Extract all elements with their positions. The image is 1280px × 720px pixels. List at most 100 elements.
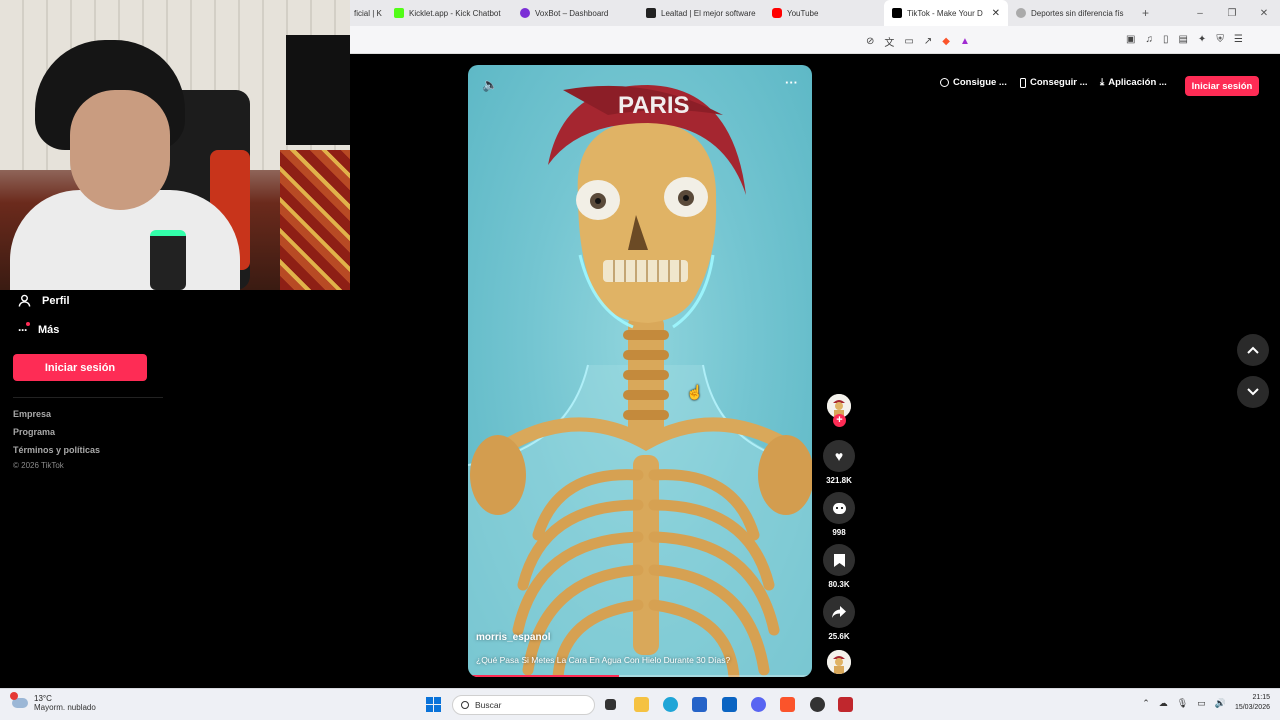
sidebar-icon[interactable]: ▯: [1163, 34, 1169, 45]
wallet-icon[interactable]: ▤: [1178, 34, 1187, 45]
download-icon: ⤓: [1100, 77, 1105, 88]
share-action[interactable]: 25.6K: [823, 596, 855, 641]
close-window-button[interactable]: ✕: [1248, 8, 1280, 19]
file-explorer-icon[interactable]: [634, 697, 649, 712]
cast-icon[interactable]: ▭: [904, 36, 913, 47]
share-icon[interactable]: ↗: [924, 36, 932, 47]
header-download-link[interactable]: ⤓ Aplicación ...: [1100, 77, 1167, 88]
like-count: 321.8K: [826, 476, 852, 485]
music-icon[interactable]: ♫: [1145, 34, 1153, 45]
header-link-label: Conseguir ...: [1030, 77, 1088, 88]
tab-0[interactable]: ficial | K: [350, 0, 386, 26]
tab-label: Deportes sin diferencia fís: [1031, 8, 1124, 18]
tiktok-icon: [892, 8, 902, 18]
tab-kicklet[interactable]: Kicklet.app - Kick Chatbot: [386, 0, 512, 26]
menu-icon[interactable]: ☰: [1234, 34, 1243, 45]
sidebar-item-more[interactable]: ··· Más: [18, 322, 59, 337]
minimize-button[interactable]: –: [1184, 8, 1216, 19]
speaker-icon[interactable]: 🔊: [1215, 698, 1226, 709]
footer-link-programa[interactable]: Programa: [13, 427, 55, 437]
sidebar-item-label: Perfil: [42, 294, 70, 307]
next-video-button[interactable]: [1237, 376, 1269, 408]
clock-date: 15/03/2026: [1234, 704, 1270, 711]
share-count: 25.6K: [828, 632, 850, 641]
volume-icon[interactable]: 🔈: [482, 77, 498, 93]
header-coins-link[interactable]: Consigue ...: [940, 77, 1007, 88]
webcam-overlay: [0, 0, 350, 290]
taskbar-search[interactable]: Buscar: [452, 695, 595, 715]
windows-taskbar: 13°C Mayorm. nublado Buscar ⌃ ☁ 🎙 ▭ 🔊 21…: [0, 688, 1280, 720]
tab-label: Lealtad | El mejor software: [661, 8, 756, 18]
bookmark-icon: [833, 553, 845, 567]
translate-icon[interactable]: 文: [884, 34, 894, 49]
skeleton-video-frame: PARIS: [468, 85, 812, 677]
windows-start-icon[interactable]: [426, 697, 441, 712]
vpn-icon[interactable]: ⛨: [1216, 34, 1224, 45]
tab-tiktok[interactable]: TikTok - Make Your Day ✕: [884, 0, 1008, 26]
clock[interactable]: 21:15 15/03/2026: [1235, 693, 1270, 713]
tab-label: VoxBot – Dashboard: [535, 8, 609, 18]
reader-icon[interactable]: ▣: [1126, 34, 1135, 45]
store-icon[interactable]: [692, 697, 707, 712]
microphone-icon[interactable]: 🎙: [1177, 698, 1188, 709]
voxbot-icon: [520, 8, 530, 18]
header-link-label: Aplicación ...: [1108, 77, 1167, 88]
comment-count: 998: [832, 528, 846, 537]
tab-label: TikTok - Make Your Day: [907, 8, 983, 18]
header-link-label: Consigue ...: [953, 77, 1007, 88]
discord-icon[interactable]: [751, 697, 766, 712]
footer-link-terms[interactable]: Términos y políticas: [13, 445, 100, 455]
edge-icon[interactable]: [663, 697, 678, 712]
weather-widget[interactable]: 13°C Mayorm. nublado: [10, 692, 96, 712]
no-sound-icon[interactable]: ⊘: [866, 36, 874, 47]
maximize-button[interactable]: ❐: [1216, 8, 1248, 19]
tab-lealtad[interactable]: Lealtad | El mejor software: [638, 0, 764, 26]
music-disc-avatar[interactable]: [827, 650, 851, 674]
more-options-icon[interactable]: ···: [785, 75, 798, 90]
red-app-icon[interactable]: [838, 697, 853, 712]
close-tab-icon[interactable]: ✕: [992, 8, 1000, 19]
brave-icon[interactable]: [780, 697, 795, 712]
network-icon[interactable]: ▭: [1197, 698, 1206, 709]
globe-icon: [1016, 8, 1026, 18]
sidebar-item-profile[interactable]: Perfil: [18, 294, 70, 307]
outlook-icon[interactable]: [722, 697, 737, 712]
copyright: © 2026 TikTok: [13, 461, 64, 470]
brave-rewards-icon[interactable]: ▲: [960, 36, 970, 47]
comment-action[interactable]: 998: [823, 492, 855, 537]
weather-temp: 13°C: [34, 694, 52, 703]
youtube-icon: [772, 8, 782, 18]
cloud-sync-icon[interactable]: ☁: [1159, 698, 1168, 709]
comment-icon: [832, 502, 846, 514]
cloud-icon: [10, 692, 28, 708]
person-icon: [18, 294, 31, 307]
tab-youtube[interactable]: YouTube: [764, 0, 884, 26]
sidebar-divider: [13, 397, 163, 398]
hand-cursor-icon: ☝: [686, 384, 704, 400]
tab-label: YouTube: [787, 8, 819, 18]
video-username[interactable]: morris_espanol: [476, 632, 550, 643]
chevron-up-icon[interactable]: ⌃: [1142, 698, 1150, 709]
sidebar-login-button[interactable]: Iniciar sesión: [13, 354, 147, 381]
follow-plus-icon[interactable]: +: [833, 414, 846, 427]
task-view-icon[interactable]: [605, 699, 616, 710]
obs-icon[interactable]: [810, 697, 825, 712]
cap-text: PARIS: [618, 92, 690, 119]
music-disc-icon: [827, 650, 851, 674]
footer-link-empresa[interactable]: Empresa: [13, 409, 51, 419]
search-icon: [461, 701, 469, 709]
like-action[interactable]: ♥ 321.8K: [823, 440, 855, 485]
leo-icon[interactable]: ✦: [1198, 34, 1206, 45]
save-action[interactable]: 80.3K: [823, 544, 855, 589]
tab-voxbot[interactable]: VoxBot – Dashboard: [512, 0, 638, 26]
tab-deportes[interactable]: Deportes sin diferencia fís: [1008, 0, 1132, 26]
tab-label: ficial | K: [354, 8, 382, 18]
brave-shield-icon[interactable]: ◆: [942, 36, 950, 47]
video-progress-bar[interactable]: [468, 675, 812, 677]
header-get-app-link[interactable]: Conseguir ...: [1020, 77, 1088, 88]
video-player[interactable]: PARIS 🔈 ··· morris_espanol ¿Qué Pasa Si …: [468, 65, 812, 677]
kicklet-icon: [394, 8, 404, 18]
previous-video-button[interactable]: [1237, 334, 1269, 366]
header-login-button[interactable]: Iniciar sesión: [1185, 76, 1259, 96]
new-tab-button[interactable]: +: [1132, 6, 1159, 20]
